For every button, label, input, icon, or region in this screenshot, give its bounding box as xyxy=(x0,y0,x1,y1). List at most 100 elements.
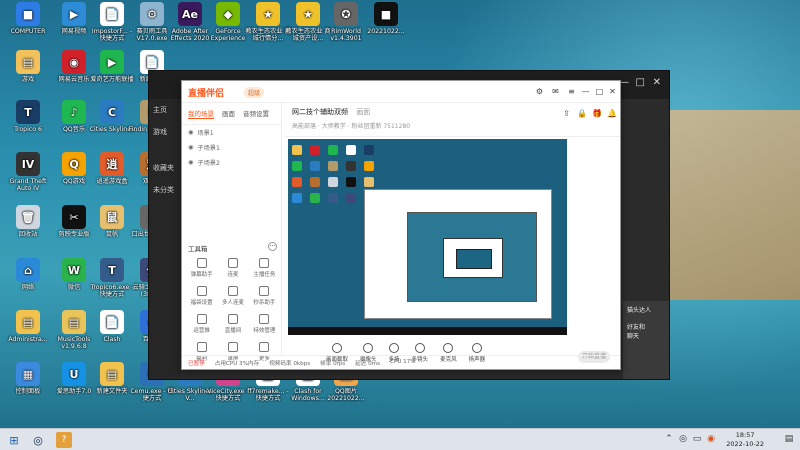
tray-app-icon[interactable]: ◉ xyxy=(706,434,716,444)
toolbox-item[interactable]: 主播任务 xyxy=(249,258,280,278)
status-text: CPU 17% xyxy=(390,359,416,365)
stream-title[interactable]: 网二技个辅助双频 xyxy=(292,108,348,116)
desktop-icon[interactable]: T Tropico 6 xyxy=(4,100,52,133)
preview-icon xyxy=(328,145,338,155)
eye-icon[interactable]: ◉ xyxy=(188,159,193,166)
desktop-icon-image: T xyxy=(100,258,124,282)
bw-panel-text: 聊天 xyxy=(627,333,640,340)
desktop-icon[interactable]: ⌂ 网络 xyxy=(4,258,52,291)
level-badge[interactable]: 超级 xyxy=(244,87,265,98)
preview-nested-window-4 xyxy=(456,249,492,269)
tray-steam-icon[interactable]: ◎ xyxy=(678,434,688,444)
desktop-icon[interactable]: ▤ 游戏 xyxy=(4,50,52,83)
minimize-icon[interactable]: — xyxy=(581,87,590,96)
menu-icon[interactable]: ≡ xyxy=(567,87,576,96)
desktop-icon[interactable]: ■ 20221022... xyxy=(362,2,410,35)
control-icon xyxy=(471,343,482,353)
desktop-icon-image: ✪ xyxy=(334,2,358,26)
desktop-icon-label: 游戏 xyxy=(21,76,35,83)
tool-icon xyxy=(259,342,270,352)
desktop-icon-image: C xyxy=(100,100,124,124)
toolbox-item[interactable]: 运营推 xyxy=(186,314,217,334)
desktop-icon-image: 鼠 xyxy=(100,205,124,229)
mail-icon[interactable]: ✉ xyxy=(551,87,560,96)
bw-sidebar-item[interactable]: 未分类 xyxy=(149,179,181,201)
scene-item[interactable]: ◉ 子场景2 xyxy=(182,155,281,170)
windows-start-icon[interactable]: ⊞ xyxy=(6,432,22,448)
desktop-icon-label: Administra... xyxy=(8,336,48,343)
tool-icon xyxy=(196,258,207,268)
desktop-icon[interactable]: ▤ Administra... xyxy=(4,310,52,343)
app-icon[interactable]: ? xyxy=(56,432,72,448)
bw-sidebar-item[interactable]: 收藏夹 xyxy=(149,157,181,179)
bell-icon[interactable]: 🔔 xyxy=(607,109,617,118)
background-window-right-panel: 猫头达人 好友和 聊天 xyxy=(623,301,669,379)
tool-icon xyxy=(227,258,238,268)
desktop-icon[interactable]: IV Grand Theft Auto IV xyxy=(4,152,52,192)
taskbar: ⊞ ◎ ? ⌃ ◎ ▭ ◉ 18:57 2022-10-22 ▤ xyxy=(0,428,800,450)
notification-icon[interactable]: ▤ xyxy=(784,434,794,444)
desktop-icon-image: ▤ xyxy=(62,310,86,334)
desktop-icon-image: ▤ xyxy=(16,310,40,334)
scene-label: 场景1 xyxy=(197,130,214,137)
bw-sidebar-item[interactable]: 主页 xyxy=(149,99,181,121)
close-icon[interactable]: ✕ xyxy=(653,77,661,88)
desktop-icon-image: ■ xyxy=(16,2,40,26)
tab-picture[interactable]: 画面 xyxy=(222,108,235,119)
toolbox-more-button[interactable]: ··· xyxy=(268,242,277,251)
close-icon[interactable]: ✕ xyxy=(608,87,617,96)
share-icon[interactable]: ⇪ xyxy=(562,109,571,118)
toolbox-item[interactable]: 弹幕助手 xyxy=(186,258,217,278)
status-text: 帧率 0fps xyxy=(320,361,346,367)
toolbox-item[interactable]: 多人连麦 xyxy=(217,286,248,306)
status-text: 视频码率 0kbps xyxy=(269,361,311,367)
tray-chevron-icon[interactable]: ⌃ xyxy=(664,434,674,444)
tray-network-icon[interactable]: ▭ xyxy=(692,434,702,444)
tool-label: 运营推 xyxy=(193,328,210,334)
scene-item[interactable]: ◉ 场景1 xyxy=(182,125,281,140)
steam-icon[interactable]: ◎ xyxy=(30,432,46,448)
clock[interactable]: 18:57 2022-10-22 xyxy=(726,431,764,449)
tab-audio[interactable]: 音频设置 xyxy=(243,108,269,119)
stream-header-icons: ⇪ 🔒 🎁 🔔 xyxy=(562,109,617,118)
desktop-icon-image: ★ xyxy=(296,2,320,26)
settings-icon[interactable]: ⚙ xyxy=(535,87,544,96)
tool-icon xyxy=(227,342,238,352)
eye-icon[interactable]: ◉ xyxy=(188,129,193,136)
desktop-icon-image: W xyxy=(62,258,86,282)
tab-my-scenes[interactable]: 我的场景 xyxy=(188,108,214,119)
toolbox-item[interactable]: 特效管理 xyxy=(249,314,280,334)
live-companion-window[interactable]: 直播伴侣 超级 ⚙ ✉ ≡ — □ ✕ 我的场景 画面 音频设置 ◉ 场景1 ◉… xyxy=(181,80,621,370)
toolbox-item[interactable]: 秒杀助手 xyxy=(249,286,280,306)
eye-icon[interactable]: ◉ xyxy=(188,144,193,151)
toolbox-item[interactable]: 连麦 xyxy=(217,258,248,278)
scene-item[interactable]: ◉ 子场景1 xyxy=(182,140,281,155)
desktop-icon-label: Grand Theft Auto IV xyxy=(9,178,47,193)
tool-icon xyxy=(259,286,270,296)
desktop-icon[interactable]: ■ COMPUTER xyxy=(4,2,52,35)
tool-label: 主播任务 xyxy=(253,272,276,278)
maximize-icon[interactable]: □ xyxy=(636,77,645,88)
maximize-icon[interactable]: □ xyxy=(595,87,604,96)
gift-icon[interactable]: 🎁 xyxy=(592,109,602,118)
tool-label: 多人连麦 xyxy=(221,300,244,306)
control-icon xyxy=(363,343,374,353)
desktop-icon-image: ▦ xyxy=(16,362,40,386)
desktop-icon[interactable]: 🗑 回收站 xyxy=(4,205,52,238)
preview-icon xyxy=(292,193,302,203)
desktop-icon[interactable]: ▦ 控制面板 xyxy=(4,362,52,395)
bw-sidebar-item[interactable]: 游戏 xyxy=(149,121,181,143)
desktop-icon-label: 网络 xyxy=(21,284,35,291)
lock-icon[interactable]: 🔒 xyxy=(577,109,587,118)
status-bar: 已暂停 占用CPU 3%内存 视频码率 0kbps 帧率 0fps 延迟 0ms… xyxy=(182,355,620,369)
toolbox-item[interactable]: 直播间 xyxy=(217,314,248,334)
tool-icon xyxy=(259,314,270,324)
bw-panel-text: 好友和 xyxy=(627,324,646,331)
stream-preview[interactable] xyxy=(288,139,567,335)
toolbox-grid: 弹幕助手 连麦 主播任务 福袋设置 多人连麦 秒杀助手 运营推 直播间 特效管理 福利 录屏 更多 xyxy=(186,258,280,362)
clock-date: 2022-10-22 xyxy=(726,440,764,448)
toolbox-item[interactable]: 福袋设置 xyxy=(186,286,217,306)
preview-icon xyxy=(292,177,302,187)
preview-icon xyxy=(328,193,338,203)
desktop-icon-label: Tropico 6 xyxy=(14,126,42,133)
